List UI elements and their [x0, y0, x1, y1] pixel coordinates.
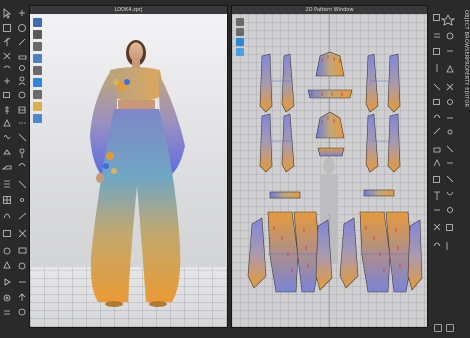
record-tool-icon [18, 262, 26, 270]
left-tool-icons [1, 8, 27, 316]
pattern-tool-o-icon [446, 191, 454, 196]
pattern-tool-c-icon [433, 99, 440, 105]
pattern-tool-h-icon [447, 129, 453, 135]
zipper-tool-icon [5, 106, 9, 114]
animation-tool-icon [4, 278, 11, 286]
rotate-tool-icon [18, 24, 26, 32]
2d-pattern-pieces [247, 51, 423, 293]
pattern-tool-a-icon [433, 83, 441, 91]
texture-tool-icon [18, 106, 26, 114]
tab-property-editor[interactable]: PROPERTY EDITOR [461, 58, 469, 107]
3d-garment-window[interactable]: LOOK4.zprj [29, 5, 228, 328]
fabric-library-icon [434, 33, 440, 38]
pattern-tool-n-icon [446, 175, 454, 183]
right-toolbar [430, 6, 460, 332]
avatar-tool-icon [18, 76, 26, 86]
select-tool-icon [3, 8, 12, 19]
fold-tool-icon [3, 52, 11, 60]
fabric-tool-icon [3, 230, 11, 237]
puckering-tool-icon [3, 135, 11, 139]
button-library-icon [433, 48, 440, 55]
pattern-tool-q-icon [447, 207, 453, 213]
layout-icon-b[interactable] [446, 324, 454, 332]
hanger-tool-icon [3, 149, 11, 155]
button-tool-icon [18, 91, 26, 99]
layers-bottom-tool-icon [4, 310, 10, 315]
brush-tool-icon [18, 38, 26, 46]
tack-tool-icon [19, 65, 25, 71]
export-tool-icon [18, 293, 26, 301]
app-window: LOOK4.zprj 2D Pattern Window OBJECT BROW… [0, 0, 470, 338]
edit-sewing-tool-icon [18, 133, 27, 142]
shoe-tool-icon [1, 165, 12, 170]
curve-tool-icon [3, 213, 11, 219]
pose-tool-icon [19, 148, 25, 158]
pattern-tool-j-icon [446, 145, 454, 153]
grid-tool-icon [3, 196, 11, 204]
pattern-tool-r-icon [433, 223, 441, 231]
3d-avatar-figure [90, 40, 185, 307]
hair-tool-icon [18, 163, 26, 167]
settings-tool-icon [3, 294, 11, 302]
pattern-tool-s-icon [446, 224, 453, 231]
measure-tool-icon [18, 55, 27, 60]
layer-tool-icon [4, 180, 10, 188]
favorites-icon [440, 14, 456, 26]
sew-tool-icon [3, 65, 11, 69]
pattern-tool-m-icon [433, 176, 440, 183]
trim-library-icon [446, 32, 454, 40]
transform-tool-icon [3, 24, 11, 32]
pattern-tool-e-icon [433, 114, 441, 119]
pattern-tool-b-icon [446, 83, 454, 91]
light-tool-icon [3, 247, 11, 255]
camera-tool-icon [18, 247, 27, 254]
point-tool-icon [20, 198, 24, 202]
line-tool-icon [18, 212, 27, 220]
right-tool-icons [433, 14, 456, 250]
text-tool-icon [434, 191, 440, 200]
mesh-tool-icon [18, 229, 27, 238]
pin-tool-icon [3, 37, 11, 46]
object-browser-icon [433, 14, 440, 21]
render-tool-icon [3, 261, 11, 269]
trim-tool-icon [3, 92, 10, 98]
pattern-tool-i-icon [433, 147, 441, 153]
2d-pattern-window[interactable]: 2D Pattern Window [231, 5, 428, 328]
move-tool-icon [19, 10, 25, 16]
graphic-library-icon [446, 65, 454, 73]
pattern-tool-d-icon [447, 99, 453, 105]
fitting-tool-icon [4, 78, 10, 84]
pattern-tool-k-icon [433, 159, 441, 167]
pattern-tool-t-icon [433, 242, 441, 247]
tab-object-browser[interactable]: OBJECT BROWSER [461, 10, 469, 59]
left-toolbar [0, 6, 28, 332]
layout-icon-a[interactable] [434, 324, 442, 332]
ruler-tool-icon [18, 180, 27, 189]
pattern-tool-g-icon [433, 127, 441, 135]
graphic-tool-icon [3, 119, 11, 127]
help-tool-icon [18, 308, 26, 316]
